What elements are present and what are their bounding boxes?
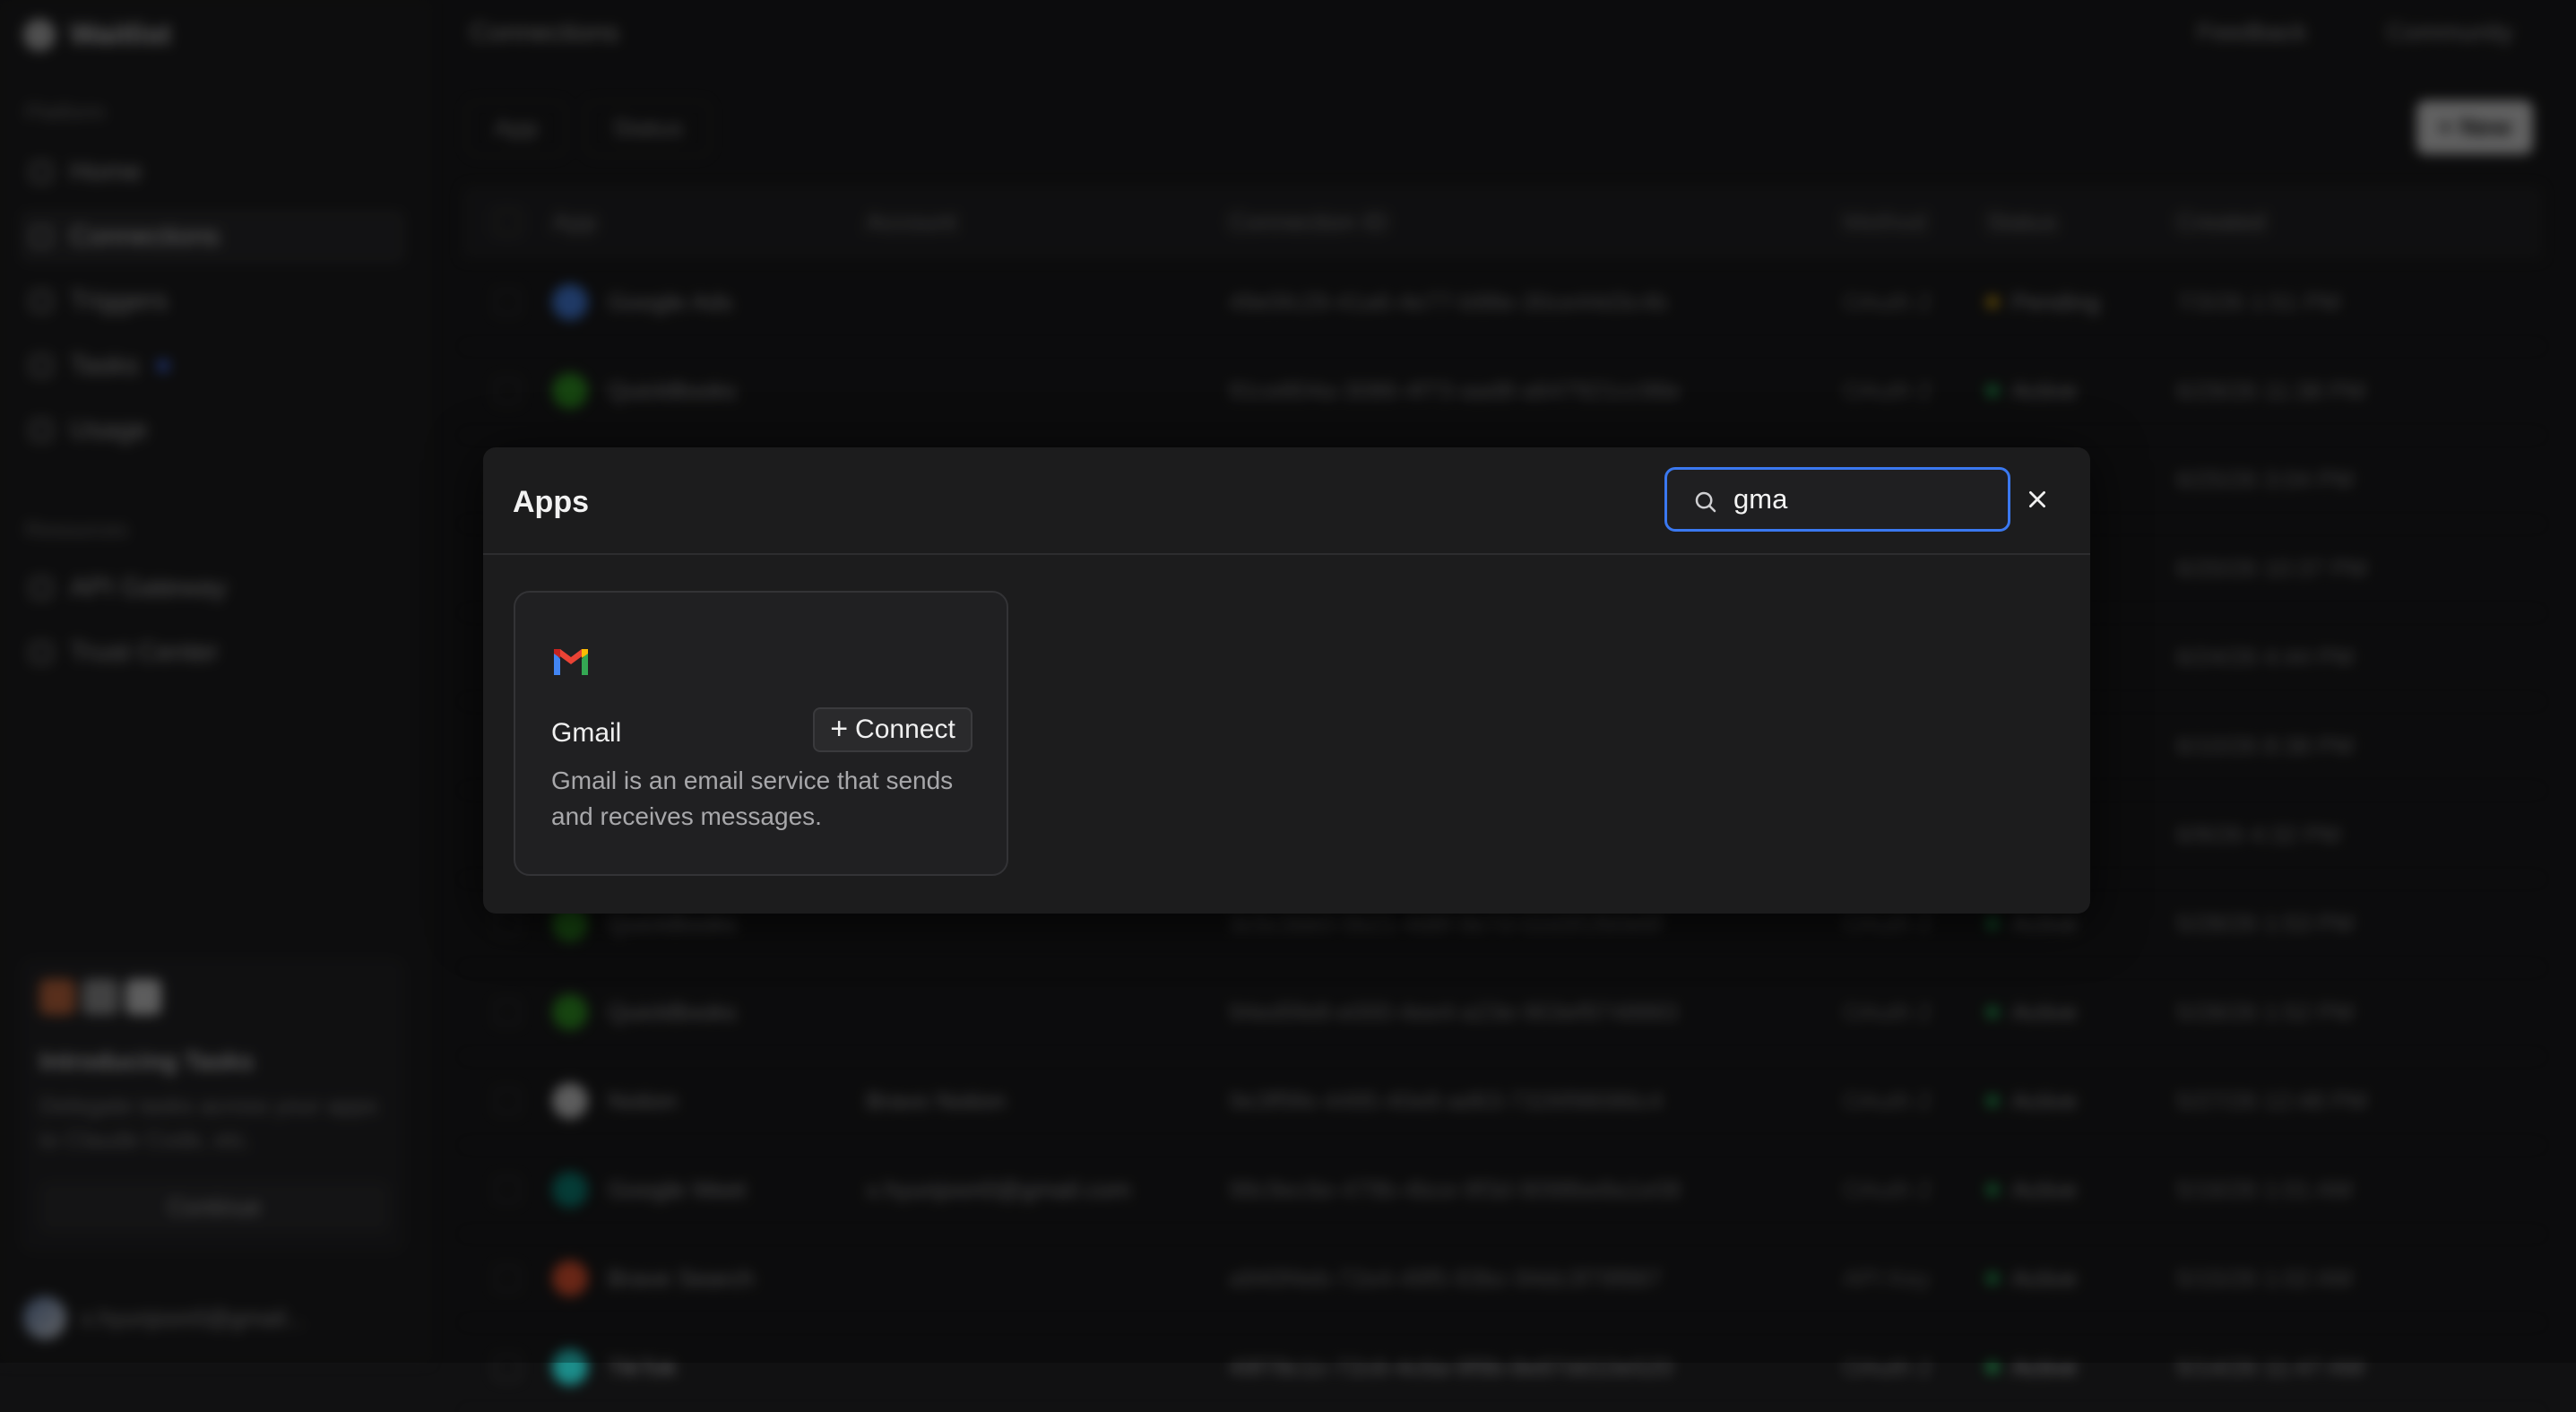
close-button[interactable] (2018, 480, 2057, 519)
modal-title: Apps (513, 485, 589, 519)
connect-button[interactable]: + Connect (813, 707, 972, 752)
plus-icon: + (830, 711, 849, 746)
close-icon (2029, 491, 2045, 507)
modal-header: Apps (483, 447, 2090, 555)
apps-modal: Apps Gmail + Connect Gmail (483, 447, 2090, 914)
app-card-gmail[interactable]: Gmail + Connect Gmail is an email servic… (514, 591, 1008, 876)
search-box[interactable] (1664, 467, 2010, 532)
search-icon (1695, 491, 1716, 513)
app-description: Gmail is an email service that sends and… (551, 767, 954, 830)
app-name: Gmail (551, 718, 622, 748)
search-input[interactable] (1733, 481, 1993, 518)
gmail-icon (554, 649, 588, 675)
connect-label: Connect (855, 715, 955, 744)
status-dot (1986, 1361, 1999, 1373)
